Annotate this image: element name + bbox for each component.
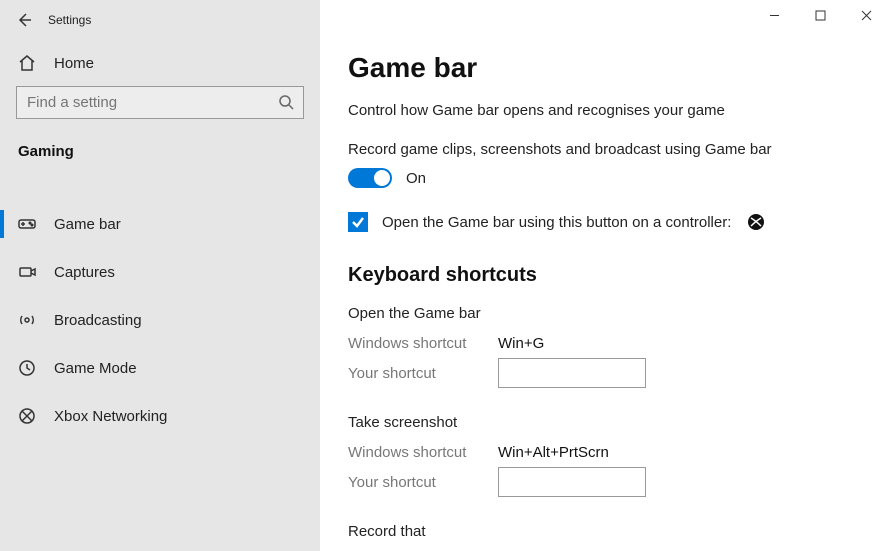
titlebar: Settings xyxy=(0,0,320,40)
search-input[interactable] xyxy=(16,86,304,119)
your-shortcut-label: Your shortcut xyxy=(348,474,498,491)
windows-shortcut-value: Win+Alt+PrtScrn xyxy=(498,444,609,461)
your-shortcut-label: Your shortcut xyxy=(348,365,498,382)
nav-broadcasting[interactable]: Broadcasting xyxy=(0,296,320,344)
toggle-state: On xyxy=(406,170,426,187)
game-bar-icon xyxy=(18,215,36,233)
back-arrow-icon xyxy=(16,12,32,28)
kb-group-record-that: Record that Windows shortcut Win+Alt+G xyxy=(348,523,861,551)
nav-label: Game Mode xyxy=(54,360,137,377)
windows-shortcut-label: Windows shortcut xyxy=(348,335,498,352)
back-button[interactable] xyxy=(0,12,48,28)
xbox-icon xyxy=(747,213,765,231)
close-button[interactable] xyxy=(843,0,889,30)
record-option-label: Record game clips, screenshots and broad… xyxy=(348,141,861,158)
home-nav[interactable]: Home xyxy=(0,40,320,86)
nav-label: Broadcasting xyxy=(54,312,142,329)
check-icon xyxy=(351,215,365,229)
home-icon xyxy=(18,54,36,72)
search-container xyxy=(0,86,320,137)
nav-label: Game bar xyxy=(54,216,121,233)
nav-xbox-networking[interactable]: Xbox Networking xyxy=(0,392,320,440)
content-pane: Game bar Control how Game bar opens and … xyxy=(320,0,889,551)
minimize-button[interactable] xyxy=(751,0,797,30)
window-title: Settings xyxy=(48,13,91,27)
record-toggle-row: On xyxy=(348,168,861,188)
xbox-networking-icon xyxy=(18,407,36,425)
sidebar: Settings Home Gaming Game bar xyxy=(0,0,320,551)
nav-list: Game bar Captures Broadcasting Game Mode xyxy=(0,200,320,440)
window-controls xyxy=(751,0,889,30)
windows-shortcut-label: Windows shortcut xyxy=(348,444,498,461)
minimize-icon xyxy=(769,10,780,21)
kb-group-screenshot: Take screenshot Windows shortcut Win+Alt… xyxy=(348,414,861,497)
controller-check-row: Open the Game bar using this button on a… xyxy=(348,212,861,232)
windows-shortcut-value: Win+G xyxy=(498,335,544,352)
keyboard-shortcuts-heading: Keyboard shortcuts xyxy=(348,264,861,287)
record-toggle[interactable] xyxy=(348,168,392,188)
game-mode-icon xyxy=(18,359,36,377)
kb-group-title: Take screenshot xyxy=(348,414,861,431)
nav-game-mode[interactable]: Game Mode xyxy=(0,344,320,392)
your-shortcut-input[interactable] xyxy=(498,358,646,388)
nav-label: Captures xyxy=(54,264,115,281)
close-icon xyxy=(861,10,872,21)
maximize-button[interactable] xyxy=(797,0,843,30)
section-label: Gaming xyxy=(0,137,320,172)
your-shortcut-input[interactable] xyxy=(498,467,646,497)
nav-label: Xbox Networking xyxy=(54,408,167,425)
maximize-icon xyxy=(815,10,826,21)
controller-checkbox[interactable] xyxy=(348,212,368,232)
nav-captures[interactable]: Captures xyxy=(0,248,320,296)
page-title: Game bar xyxy=(348,52,861,84)
nav-game-bar[interactable]: Game bar xyxy=(0,200,320,248)
home-label: Home xyxy=(54,55,94,72)
kb-group-open: Open the Game bar Windows shortcut Win+G… xyxy=(348,305,861,388)
page-subtext: Control how Game bar opens and recognise… xyxy=(348,102,861,119)
search-icon xyxy=(278,94,294,110)
kb-group-title: Open the Game bar xyxy=(348,305,861,322)
kb-group-title: Record that xyxy=(348,523,861,540)
controller-check-label: Open the Game bar using this button on a… xyxy=(382,214,731,231)
broadcasting-icon xyxy=(18,311,36,329)
captures-icon xyxy=(18,263,36,281)
